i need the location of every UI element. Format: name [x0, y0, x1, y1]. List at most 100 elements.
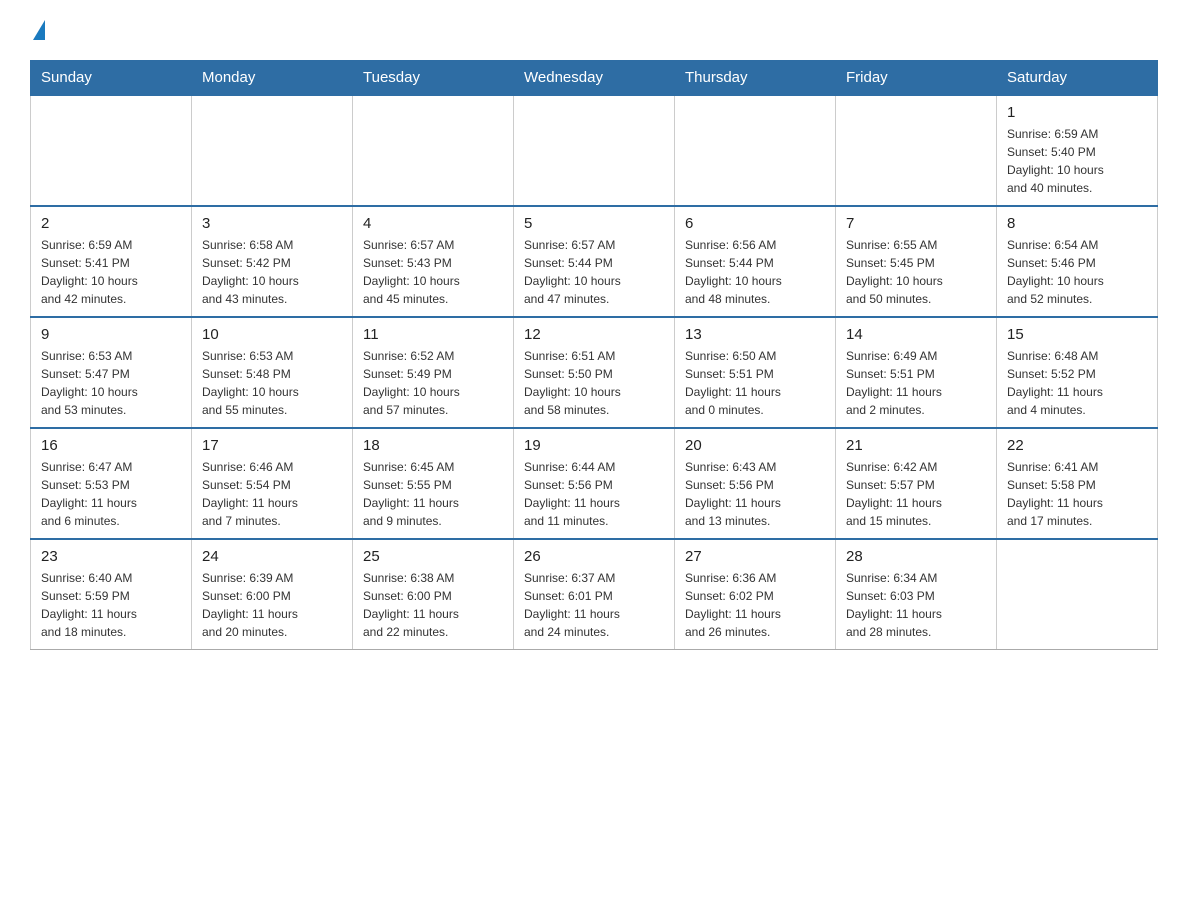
day-number: 8: [1007, 215, 1147, 232]
day-number: 9: [41, 326, 181, 343]
day-info: Sunrise: 6:55 AM Sunset: 5:45 PM Dayligh…: [846, 236, 986, 308]
day-number: 25: [363, 548, 503, 565]
day-info: Sunrise: 6:39 AM Sunset: 6:00 PM Dayligh…: [202, 569, 342, 641]
day-number: 17: [202, 437, 342, 454]
calendar-cell: 19 Sunrise: 6:44 AM Sunset: 5:56 PM Dayli…: [514, 428, 675, 539]
calendar-cell: 4 Sunrise: 6:57 AM Sunset: 5:43 PM Daylig…: [353, 206, 514, 317]
day-number: 15: [1007, 326, 1147, 343]
day-info: Sunrise: 6:34 AM Sunset: 6:03 PM Dayligh…: [846, 569, 986, 641]
calendar-week-row: 16 Sunrise: 6:47 AM Sunset: 5:53 PM Dayli…: [31, 428, 1158, 539]
day-number: 10: [202, 326, 342, 343]
day-info: Sunrise: 6:40 AM Sunset: 5:59 PM Dayligh…: [41, 569, 181, 641]
calendar-cell: [514, 95, 675, 206]
weekday-header-friday: Friday: [836, 61, 997, 96]
weekday-header-sunday: Sunday: [31, 61, 192, 96]
day-info: Sunrise: 6:59 AM Sunset: 5:40 PM Dayligh…: [1007, 125, 1147, 197]
day-number: 16: [41, 437, 181, 454]
calendar-week-row: 9 Sunrise: 6:53 AM Sunset: 5:47 PM Daylig…: [31, 317, 1158, 428]
calendar-cell: [997, 539, 1158, 650]
day-info: Sunrise: 6:51 AM Sunset: 5:50 PM Dayligh…: [524, 347, 664, 419]
calendar-cell: [836, 95, 997, 206]
day-info: Sunrise: 6:44 AM Sunset: 5:56 PM Dayligh…: [524, 458, 664, 530]
weekday-header-thursday: Thursday: [675, 61, 836, 96]
calendar-cell: 16 Sunrise: 6:47 AM Sunset: 5:53 PM Dayli…: [31, 428, 192, 539]
logo-triangle-icon: [33, 20, 45, 40]
calendar-cell: 11 Sunrise: 6:52 AM Sunset: 5:49 PM Dayli…: [353, 317, 514, 428]
day-number: 27: [685, 548, 825, 565]
day-number: 4: [363, 215, 503, 232]
day-info: Sunrise: 6:45 AM Sunset: 5:55 PM Dayligh…: [363, 458, 503, 530]
calendar-cell: 17 Sunrise: 6:46 AM Sunset: 5:54 PM Dayli…: [192, 428, 353, 539]
day-info: Sunrise: 6:58 AM Sunset: 5:42 PM Dayligh…: [202, 236, 342, 308]
day-info: Sunrise: 6:57 AM Sunset: 5:44 PM Dayligh…: [524, 236, 664, 308]
day-number: 11: [363, 326, 503, 343]
day-info: Sunrise: 6:53 AM Sunset: 5:47 PM Dayligh…: [41, 347, 181, 419]
weekday-header-wednesday: Wednesday: [514, 61, 675, 96]
calendar-cell: [675, 95, 836, 206]
day-number: 21: [846, 437, 986, 454]
day-number: 18: [363, 437, 503, 454]
calendar-cell: 2Sunrise: 6:59 AM Sunset: 5:41 PM Daylig…: [31, 206, 192, 317]
day-info: Sunrise: 6:54 AM Sunset: 5:46 PM Dayligh…: [1007, 236, 1147, 308]
day-info: Sunrise: 6:49 AM Sunset: 5:51 PM Dayligh…: [846, 347, 986, 419]
calendar-cell: 1 Sunrise: 6:59 AM Sunset: 5:40 PM Daylig…: [997, 95, 1158, 206]
day-info: Sunrise: 6:41 AM Sunset: 5:58 PM Dayligh…: [1007, 458, 1147, 530]
calendar-cell: 22 Sunrise: 6:41 AM Sunset: 5:58 PM Dayli…: [997, 428, 1158, 539]
calendar-cell: 10Sunrise: 6:53 AM Sunset: 5:48 PM Dayli…: [192, 317, 353, 428]
calendar-cell: 6 Sunrise: 6:56 AM Sunset: 5:44 PM Daylig…: [675, 206, 836, 317]
day-number: 14: [846, 326, 986, 343]
calendar-cell: 12Sunrise: 6:51 AM Sunset: 5:50 PM Dayli…: [514, 317, 675, 428]
day-info: Sunrise: 6:47 AM Sunset: 5:53 PM Dayligh…: [41, 458, 181, 530]
day-info: Sunrise: 6:37 AM Sunset: 6:01 PM Dayligh…: [524, 569, 664, 641]
calendar-cell: 15 Sunrise: 6:48 AM Sunset: 5:52 PM Dayli…: [997, 317, 1158, 428]
day-number: 28: [846, 548, 986, 565]
calendar-week-row: 2Sunrise: 6:59 AM Sunset: 5:41 PM Daylig…: [31, 206, 1158, 317]
day-number: 7: [846, 215, 986, 232]
calendar-cell: 3 Sunrise: 6:58 AM Sunset: 5:42 PM Daylig…: [192, 206, 353, 317]
calendar-cell: 26 Sunrise: 6:37 AM Sunset: 6:01 PM Dayli…: [514, 539, 675, 650]
calendar-cell: [353, 95, 514, 206]
day-number: 19: [524, 437, 664, 454]
day-number: 5: [524, 215, 664, 232]
calendar-cell: 13 Sunrise: 6:50 AM Sunset: 5:51 PM Dayli…: [675, 317, 836, 428]
day-info: Sunrise: 6:43 AM Sunset: 5:56 PM Dayligh…: [685, 458, 825, 530]
day-info: Sunrise: 6:42 AM Sunset: 5:57 PM Dayligh…: [846, 458, 986, 530]
day-info: Sunrise: 6:57 AM Sunset: 5:43 PM Dayligh…: [363, 236, 503, 308]
day-number: 3: [202, 215, 342, 232]
calendar-cell: 5 Sunrise: 6:57 AM Sunset: 5:44 PM Daylig…: [514, 206, 675, 317]
calendar-cell: 24 Sunrise: 6:39 AM Sunset: 6:00 PM Dayli…: [192, 539, 353, 650]
day-number: 26: [524, 548, 664, 565]
day-info: Sunrise: 6:48 AM Sunset: 5:52 PM Dayligh…: [1007, 347, 1147, 419]
day-info: Sunrise: 6:50 AM Sunset: 5:51 PM Dayligh…: [685, 347, 825, 419]
calendar-cell: 20 Sunrise: 6:43 AM Sunset: 5:56 PM Dayli…: [675, 428, 836, 539]
day-number: 23: [41, 548, 181, 565]
day-number: 22: [1007, 437, 1147, 454]
calendar-cell: 21 Sunrise: 6:42 AM Sunset: 5:57 PM Dayli…: [836, 428, 997, 539]
day-number: 13: [685, 326, 825, 343]
calendar-cell: 8 Sunrise: 6:54 AM Sunset: 5:46 PM Daylig…: [997, 206, 1158, 317]
calendar-cell: 27Sunrise: 6:36 AM Sunset: 6:02 PM Dayli…: [675, 539, 836, 650]
day-info: Sunrise: 6:52 AM Sunset: 5:49 PM Dayligh…: [363, 347, 503, 419]
calendar-week-row: 1 Sunrise: 6:59 AM Sunset: 5:40 PM Daylig…: [31, 95, 1158, 206]
day-info: Sunrise: 6:56 AM Sunset: 5:44 PM Dayligh…: [685, 236, 825, 308]
calendar-cell: [192, 95, 353, 206]
day-number: 1: [1007, 104, 1147, 121]
calendar-cell: 25 Sunrise: 6:38 AM Sunset: 6:00 PM Dayli…: [353, 539, 514, 650]
day-number: 6: [685, 215, 825, 232]
calendar-cell: 7 Sunrise: 6:55 AM Sunset: 5:45 PM Daylig…: [836, 206, 997, 317]
calendar-cell: 28 Sunrise: 6:34 AM Sunset: 6:03 PM Dayli…: [836, 539, 997, 650]
day-info: Sunrise: 6:38 AM Sunset: 6:00 PM Dayligh…: [363, 569, 503, 641]
day-number: 24: [202, 548, 342, 565]
calendar-cell: 14 Sunrise: 6:49 AM Sunset: 5:51 PM Dayli…: [836, 317, 997, 428]
calendar-cell: 18 Sunrise: 6:45 AM Sunset: 5:55 PM Dayli…: [353, 428, 514, 539]
day-info: Sunrise: 6:59 AM Sunset: 5:41 PM Dayligh…: [41, 236, 181, 308]
calendar-cell: [31, 95, 192, 206]
weekday-header-tuesday: Tuesday: [353, 61, 514, 96]
calendar-table: SundayMondayTuesdayWednesdayThursdayFrid…: [30, 60, 1158, 650]
day-number: 20: [685, 437, 825, 454]
calendar-week-row: 23 Sunrise: 6:40 AM Sunset: 5:59 PM Dayli…: [31, 539, 1158, 650]
calendar-cell: 9 Sunrise: 6:53 AM Sunset: 5:47 PM Daylig…: [31, 317, 192, 428]
weekday-header-monday: Monday: [192, 61, 353, 96]
day-info: Sunrise: 6:46 AM Sunset: 5:54 PM Dayligh…: [202, 458, 342, 530]
weekday-header-saturday: Saturday: [997, 61, 1158, 96]
